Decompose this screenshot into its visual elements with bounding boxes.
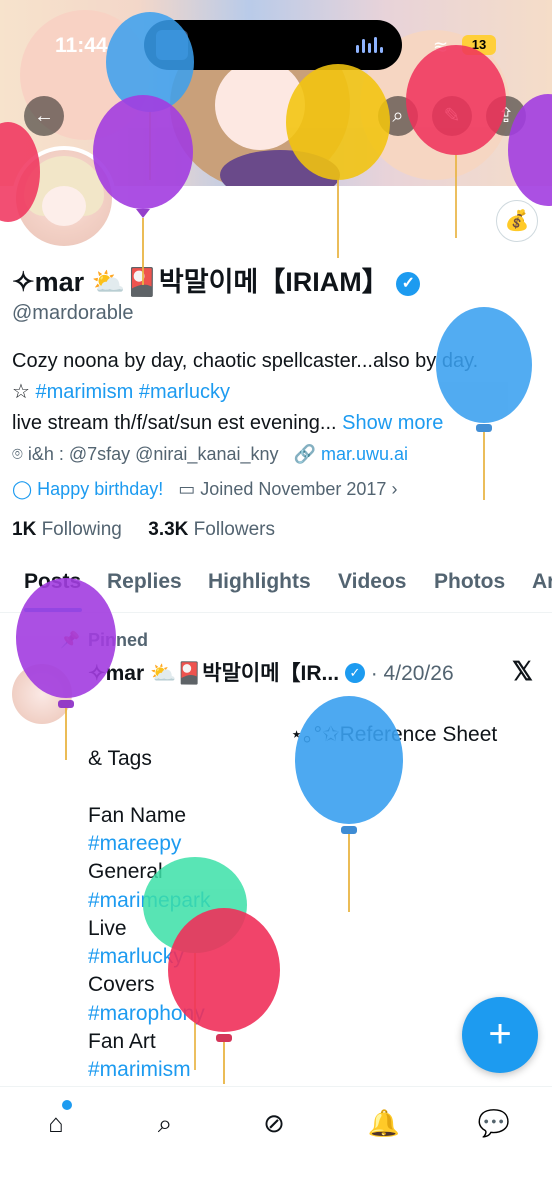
grok-icon[interactable]: ⊘ — [254, 1103, 294, 1143]
home-new-posts-dot — [62, 1100, 72, 1110]
messages-icon[interactable]: 💬 — [474, 1103, 514, 1143]
balloon-purple-left — [93, 95, 193, 285]
explore-search-icon[interactable]: ⌕ — [145, 1103, 185, 1143]
balloon-yellow — [286, 64, 390, 258]
balloon-blue-right — [436, 307, 532, 500]
balloon-blue-post — [295, 696, 403, 912]
compose-post-button[interactable]: + — [462, 997, 538, 1073]
balloon-red-post — [168, 908, 280, 1084]
balloon-purple-right — [508, 94, 552, 206]
balloon-red-left — [0, 122, 40, 222]
balloon-purple-post — [16, 578, 116, 760]
balloon-red-right — [406, 45, 506, 238]
notifications-bell-icon[interactable]: 🔔 — [364, 1103, 404, 1143]
bottom-navigation: ⌂ ⌕ ⊘ 🔔 💬 — [0, 1086, 552, 1201]
